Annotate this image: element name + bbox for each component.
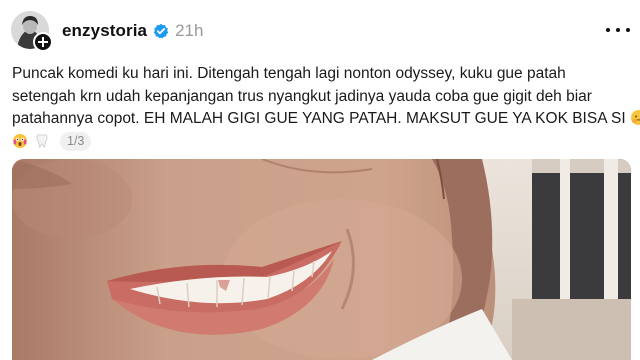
post-text-line-last: patahannya copot. EH MALAH GIGI GUE YANG…	[12, 108, 640, 131]
post-timestamp[interactable]: 21h	[175, 21, 203, 41]
shocked-face-emoji-icon	[12, 133, 28, 149]
thread-post: enzystoria 21h Puncak komedi ku hari ini…	[0, 0, 640, 360]
post-body-text: Puncak komedi ku hari ini. Ditengah teng…	[12, 63, 640, 131]
media-counter-badge: 1/3	[60, 131, 92, 151]
post-header: enzystoria 21h	[62, 20, 203, 42]
follow-plus-button[interactable]	[33, 32, 53, 52]
more-options-button[interactable]	[606, 24, 630, 36]
plus-icon	[38, 37, 48, 47]
post-text-line: setengah krn udah kepanjangan trus nyang…	[12, 87, 592, 105]
post-text-line: Puncak komedi ku hari ini. Ditengah teng…	[12, 65, 566, 82]
username-link[interactable]: enzystoria	[62, 21, 147, 41]
verified-badge-icon	[153, 23, 169, 39]
tooth-emoji-icon	[34, 133, 50, 149]
attachment-row: 1/3	[12, 131, 92, 151]
smiling-face-closeup-image	[12, 159, 631, 360]
face-holding-back-tears-emoji-icon	[630, 109, 640, 126]
post-media-photo[interactable]	[12, 159, 631, 360]
more-horizontal-icon	[606, 28, 610, 32]
